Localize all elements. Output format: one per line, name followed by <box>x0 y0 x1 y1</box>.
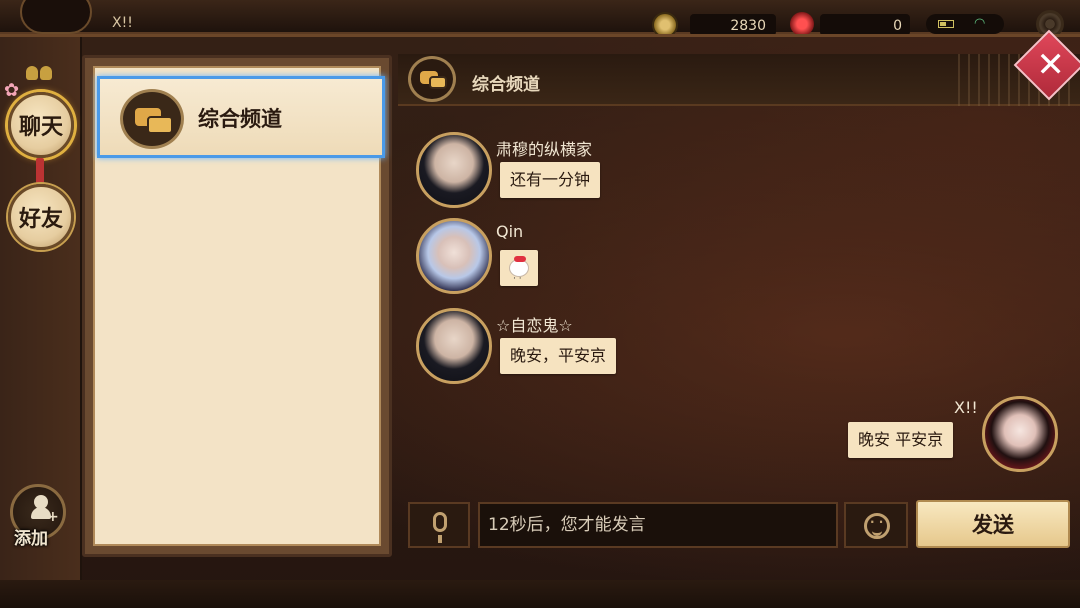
channel-list: 综合频道 <box>93 66 385 546</box>
message-sender: 肃穆的纵横家 <box>496 140 593 159</box>
channel-item-general[interactable]: 综合频道 <box>97 76 385 158</box>
message-sender: X!! <box>954 398 978 417</box>
chat-bubbles-icon <box>408 56 456 102</box>
chat-input-bar: 发送 <box>398 496 1080 556</box>
bottom-menu-bar <box>0 580 1080 608</box>
plus-icon: + <box>47 509 59 525</box>
tassel-ornament <box>36 158 44 184</box>
wifi-icon: ◠ <box>974 16 986 31</box>
chat-header: 综合频道 <box>398 54 1080 106</box>
message-bubble: 还有一分钟 <box>500 162 601 198</box>
chat-title: 综合频道 <box>472 75 540 95</box>
device-status: ◠ <box>926 14 1004 34</box>
message-bubble: 晚安，平安京 <box>500 338 617 374</box>
bunny-sticker-icon <box>509 256 529 297</box>
tab-friends[interactable]: 好友 <box>8 184 74 250</box>
bell-ornament-icon <box>26 62 56 84</box>
sticker-bubble <box>500 250 538 297</box>
channel-list-panel: 综合频道 <box>82 55 392 557</box>
sender-avatar[interactable] <box>416 308 492 384</box>
emoji-button[interactable] <box>844 502 908 548</box>
message-bubble: 晚安 平安京 <box>848 422 954 458</box>
tab-chat[interactable]: 聊天 <box>8 92 74 158</box>
player-avatar[interactable] <box>20 0 92 34</box>
top-status-bar: X!! 2830 0 ◠ <box>0 0 1080 38</box>
sender-avatar[interactable] <box>416 132 492 208</box>
voice-button[interactable] <box>408 502 470 548</box>
add-friend-label: 添加 <box>14 529 48 549</box>
gem-icon <box>790 12 814 36</box>
microphone-icon <box>433 512 447 543</box>
gem-count: 0 <box>820 14 910 36</box>
battery-icon <box>938 20 954 28</box>
send-button-label: 发送 <box>972 513 1014 537</box>
smiley-icon <box>864 513 890 539</box>
tab-friends-label: 好友 <box>18 207 63 232</box>
send-button[interactable]: 发送 <box>916 500 1070 548</box>
message-sender: Qin <box>496 222 524 241</box>
player-name: X!! <box>112 15 133 31</box>
coin-count: 2830 <box>690 14 776 36</box>
close-icon: ✕ <box>1036 45 1065 86</box>
tab-chat-label: 聊天 <box>18 115 63 140</box>
sender-avatar[interactable] <box>982 396 1058 472</box>
chat-input[interactable] <box>478 502 838 548</box>
flower-ornament-icon: ✿ <box>4 80 20 101</box>
channel-item-label: 综合频道 <box>198 107 282 131</box>
message-item-self: X!! 晚安 平安京 <box>846 396 1060 476</box>
chat-bubbles-icon <box>120 89 184 149</box>
sender-avatar[interactable] <box>416 218 492 294</box>
message-sender: ☆自恋鬼☆ <box>496 316 573 335</box>
